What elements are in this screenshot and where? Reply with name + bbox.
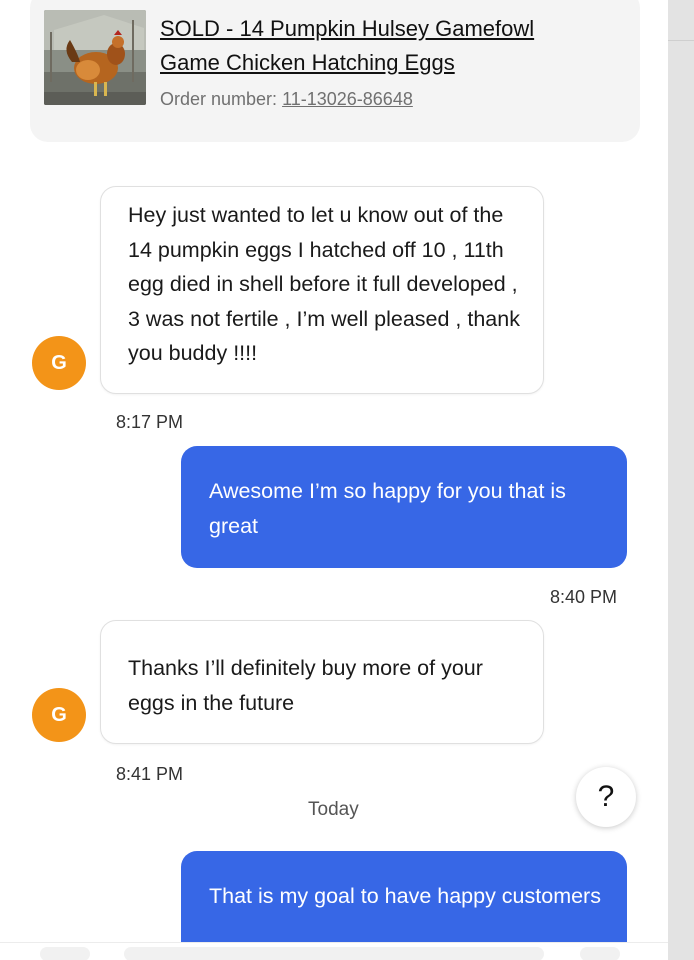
composer-control[interactable] (40, 947, 90, 960)
avatar-letter: G (51, 703, 67, 726)
listing-thumbnail[interactable] (44, 10, 146, 105)
message-input[interactable] (124, 947, 544, 960)
order-number-line: Order number: 11-13026-86648 (160, 89, 413, 110)
message-timestamp: 8:40 PM (550, 587, 618, 607)
incoming-message-bubble: Thanks I’ll definitely buy more of your … (100, 620, 544, 744)
conversation-panel[interactable]: SOLD - 14 Pumpkin Hulsey Gamefowl Game C… (0, 0, 668, 960)
message-text: That is my goal to have happy customers (209, 884, 601, 908)
order-number-label: Order number: (160, 89, 278, 109)
listing-title-link[interactable]: SOLD - 14 Pumpkin Hulsey Gamefowl Game C… (160, 12, 600, 80)
message-text: Hey just wanted to let u know out of the… (128, 203, 520, 365)
message-timestamp: 8:17 PM (116, 412, 184, 432)
message-text: Thanks I’ll definitely buy more of your … (128, 656, 483, 715)
window-background-strip (668, 0, 694, 960)
order-number-link[interactable]: 11-13026-86648 (282, 89, 413, 109)
divider (668, 40, 694, 41)
incoming-message-bubble: Hey just wanted to let u know out of the… (100, 186, 544, 394)
outgoing-message-bubble: Awesome I’m so happy for you that is gre… (181, 446, 627, 568)
avatar-letter: G (51, 351, 67, 374)
help-button[interactable]: ? (576, 767, 636, 827)
message-composer-edge (0, 942, 668, 960)
sender-avatar: G (32, 688, 86, 742)
message-timestamp: 8:41 PM (116, 764, 184, 784)
date-divider: Today (308, 799, 359, 820)
sender-avatar: G (32, 336, 86, 390)
send-control[interactable] (580, 947, 620, 960)
question-mark-icon: ? (597, 780, 615, 813)
rooster-photo (44, 10, 146, 105)
message-text: Awesome I’m so happy for you that is gre… (209, 479, 566, 538)
